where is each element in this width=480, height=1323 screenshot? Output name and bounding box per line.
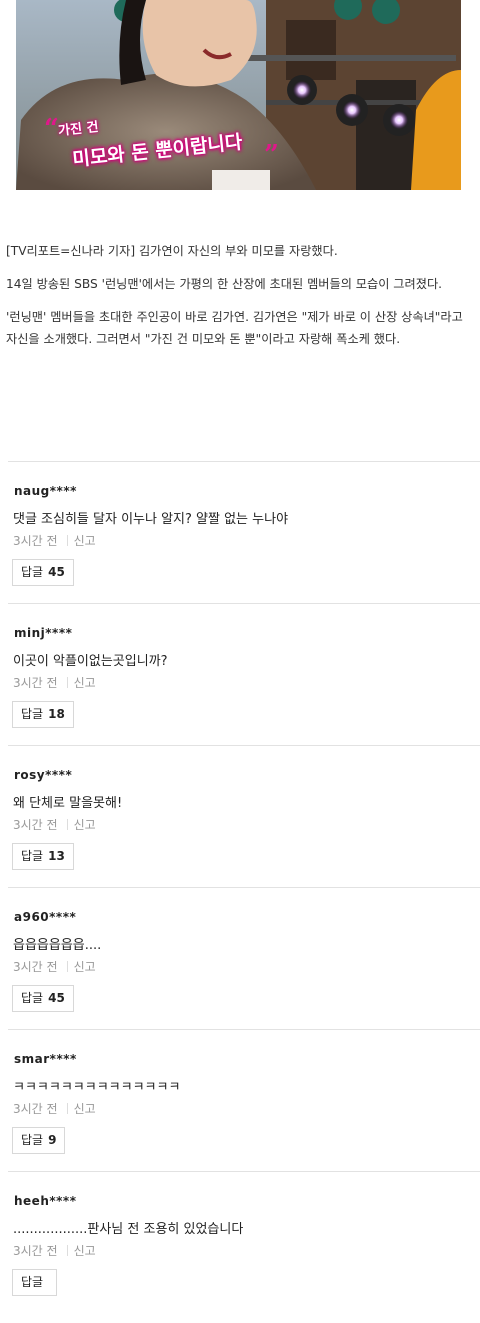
reply-label: 답글 bbox=[21, 991, 44, 1005]
article-paragraph: 14일 방송된 SBS '런닝맨'에서는 가평의 한 산장에 초대된 멤버들의 … bbox=[6, 277, 443, 291]
reply-count: 45 bbox=[48, 991, 65, 1005]
comment-username: rosy**** bbox=[14, 768, 73, 782]
comment-text: ..................판사님 전 조용히 있었습니다 bbox=[13, 1222, 244, 1237]
comment-meta: 3시간 전 신고 bbox=[13, 816, 96, 833]
caption-line1: 가진 건 bbox=[57, 119, 100, 140]
open-quote-mark: “ bbox=[44, 114, 59, 144]
report-link[interactable]: 신고 bbox=[74, 676, 96, 690]
reply-label: 답글 bbox=[21, 707, 44, 721]
reply-button[interactable]: 답글 18 bbox=[12, 701, 74, 728]
report-link[interactable]: 신고 bbox=[74, 818, 96, 832]
article-paragraph: [TV리포트=신나라 기자] 김가연이 자신의 부와 미모를 자랑했다. bbox=[6, 244, 338, 258]
comment-list: naug**** 댓글 조심히들 달자 이누나 알지? 얄짤 없는 누나야 3시… bbox=[8, 461, 480, 1313]
meta-divider bbox=[66, 961, 68, 972]
reply-button[interactable]: 답글 45 bbox=[12, 985, 74, 1012]
reply-count: 18 bbox=[48, 707, 65, 721]
comment-item: minj**** 이곳이 악플이없는곳입니까? 3시간 전 신고 답글 18 bbox=[8, 603, 480, 745]
meta-divider bbox=[66, 535, 68, 546]
photo-caption: “ 가진 건 미모와 돈 뿐이랍니다 ” bbox=[44, 114, 280, 178]
report-link[interactable]: 신고 bbox=[74, 1102, 96, 1116]
comment-time: 3시간 전 bbox=[13, 676, 58, 690]
reply-button[interactable]: 답글 9 bbox=[12, 1127, 66, 1154]
comment-username: naug**** bbox=[14, 484, 77, 498]
comment-text: 댓글 조심히들 달자 이누나 알지? 얄짤 없는 누나야 bbox=[13, 512, 289, 527]
reply-label: 답글 bbox=[21, 849, 44, 863]
report-link[interactable]: 신고 bbox=[74, 1244, 96, 1258]
comment-text: ㅋㅋㅋㅋㅋㅋㅋㅋㅋㅋㅋㅋㅋㅋ bbox=[13, 1080, 181, 1095]
reply-button[interactable]: 답글 bbox=[12, 1269, 58, 1296]
reply-count: 13 bbox=[48, 849, 65, 863]
comment-username: heeh**** bbox=[14, 1194, 77, 1208]
meta-divider bbox=[66, 677, 68, 688]
article-body: [TV리포트=신나라 기자] 김가연이 자신의 부와 미모를 자랑했다. 14일… bbox=[6, 240, 472, 361]
comment-text: 왜 단체로 말을못해! bbox=[13, 796, 123, 811]
reply-button[interactable]: 답글 13 bbox=[12, 843, 74, 870]
meta-divider bbox=[66, 1103, 68, 1114]
comment-text: 이곳이 악플이없는곳입니까? bbox=[13, 654, 168, 669]
reply-count: 45 bbox=[48, 565, 65, 579]
comment-text: 읍읍읍읍읍읍.... bbox=[13, 938, 102, 953]
meta-divider bbox=[66, 819, 68, 830]
comment-meta: 3시간 전 신고 bbox=[13, 958, 96, 975]
reply-label: 답글 bbox=[21, 565, 44, 579]
comment-item: naug**** 댓글 조심히들 달자 이누나 알지? 얄짤 없는 누나야 3시… bbox=[8, 461, 480, 603]
reply-label: 답글 bbox=[21, 1275, 44, 1289]
comment-meta: 3시간 전 신고 bbox=[13, 1100, 96, 1117]
reply-button[interactable]: 답글 45 bbox=[12, 559, 74, 586]
reply-count: 9 bbox=[48, 1133, 57, 1147]
article-paragraph: '런닝맨' 멤버들을 초대한 주인공이 바로 김가연. 김가연은 "제가 바로 … bbox=[6, 310, 463, 346]
comment-item: a960**** 읍읍읍읍읍읍.... 3시간 전 신고 답글 45 bbox=[8, 887, 480, 1029]
comment-username: a960**** bbox=[14, 910, 77, 924]
close-quote-mark: ” bbox=[264, 140, 279, 170]
comment-meta: 3시간 전 신고 bbox=[13, 1242, 96, 1259]
comment-item: smar**** ㅋㅋㅋㅋㅋㅋㅋㅋㅋㅋㅋㅋㅋㅋ 3시간 전 신고 답글 9 bbox=[8, 1029, 480, 1171]
comment-item: heeh**** ..................판사님 전 조용히 있었습… bbox=[8, 1171, 480, 1313]
report-link[interactable]: 신고 bbox=[74, 534, 96, 548]
comment-username: smar**** bbox=[14, 1052, 77, 1066]
reply-label: 답글 bbox=[21, 1133, 44, 1147]
comment-time: 3시간 전 bbox=[13, 818, 58, 832]
comment-item: rosy**** 왜 단체로 말을못해! 3시간 전 신고 답글 13 bbox=[8, 745, 480, 887]
comment-time: 3시간 전 bbox=[13, 1102, 58, 1116]
article-photo: “ 가진 건 미모와 돈 뿐이랍니다 ” bbox=[16, 0, 461, 190]
comment-time: 3시간 전 bbox=[13, 1244, 58, 1258]
comment-username: minj**** bbox=[14, 626, 73, 640]
comment-time: 3시간 전 bbox=[13, 534, 58, 548]
meta-divider bbox=[66, 1245, 68, 1256]
report-link[interactable]: 신고 bbox=[74, 960, 96, 974]
comment-time: 3시간 전 bbox=[13, 960, 58, 974]
comment-meta: 3시간 전 신고 bbox=[13, 532, 96, 549]
comment-meta: 3시간 전 신고 bbox=[13, 674, 96, 691]
